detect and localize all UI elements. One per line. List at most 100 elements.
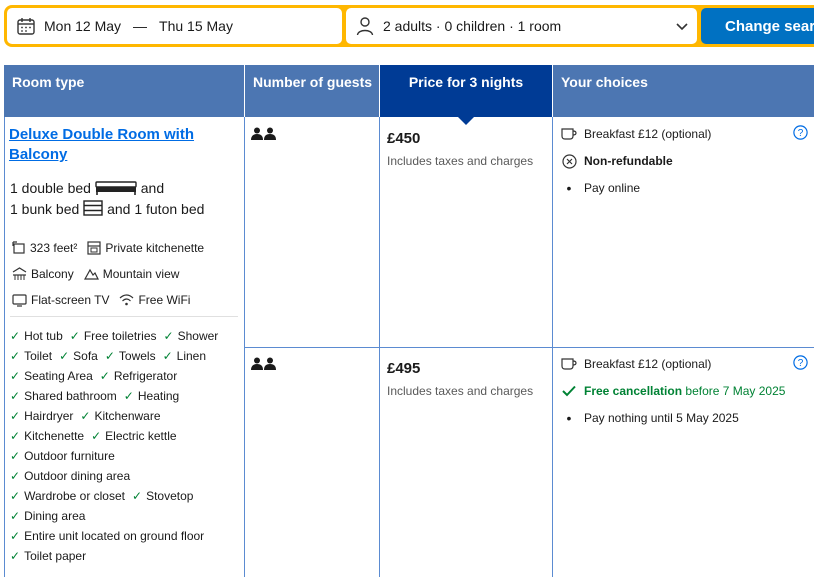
check-icon: ✓ xyxy=(10,469,21,483)
amenity-label: Sofa xyxy=(73,349,98,363)
amenity-label: Linen xyxy=(176,349,207,363)
check-icon xyxy=(560,383,578,399)
amenity-item: ✓ Free toiletries xyxy=(70,326,157,346)
amenities-row: ✓ Toilet ✓ Sofa ✓ Towels ✓ Linen xyxy=(10,346,242,366)
dates-field[interactable]: Mon 12 May — Thu 15 May xyxy=(7,8,342,44)
svg-text:?: ? xyxy=(798,128,804,139)
header-room-type-label: Room type xyxy=(12,74,85,90)
sort-indicator xyxy=(458,117,474,125)
amenity-label: Outdoor dining area xyxy=(24,469,131,483)
amenity-label: Shower xyxy=(177,329,219,343)
amenity-item: ✓ Toilet xyxy=(10,346,52,366)
amenity-label: Outdoor furniture xyxy=(24,449,115,463)
amenity-item: ✓ Kitchenette xyxy=(10,426,84,446)
amenities-row: ✓ Kitchenette ✓ Electric kettle xyxy=(10,426,242,446)
check-icon: ✓ xyxy=(163,329,174,343)
payment-label-1: Pay online xyxy=(584,181,641,195)
header-choices: Your choices xyxy=(553,65,814,117)
taxes-note-2: Includes taxes and charges xyxy=(387,384,534,398)
taxes-note-1: Includes taxes and charges xyxy=(387,154,534,168)
amenity-item: ✓ Stovetop xyxy=(132,486,193,506)
payment-label-2: Pay nothing until 5 May 2025 xyxy=(584,411,739,425)
row-divider xyxy=(244,347,814,348)
check-icon: ✓ xyxy=(10,389,21,403)
policy-option-1: Non-refundable xyxy=(560,153,673,169)
coffee-cup-icon xyxy=(560,356,578,372)
facility-kitchenette-label: Private kitchenette xyxy=(105,241,205,255)
header-guests: Number of guests xyxy=(245,65,379,117)
check-icon: ✓ xyxy=(10,549,21,563)
breakfast-label-2: Breakfast £12 (optional) xyxy=(584,357,712,371)
facility-balcony: Balcony xyxy=(12,267,74,281)
date-separator: — xyxy=(133,18,148,34)
amenity-label: Hot tub xyxy=(24,329,63,343)
amenities-row: ✓ Hot tub ✓ Free toiletries ✓ Shower xyxy=(10,326,242,346)
header-guests-label: Number of guests xyxy=(253,74,373,90)
help-icon[interactable]: ? xyxy=(793,125,808,140)
facility-wifi-label: Free WiFi xyxy=(138,293,191,307)
amenities-row: ✓ Entire unit located on ground floor xyxy=(10,526,242,546)
amenity-item: ✓ Outdoor furniture xyxy=(10,446,115,466)
bed-double-label: 1 double bed xyxy=(10,180,91,196)
amenity-label: Kitchenware xyxy=(94,409,161,423)
amenities-row: ✓ Hairdryer ✓ Kitchenware xyxy=(10,406,242,426)
check-icon: ✓ xyxy=(10,409,21,423)
check-icon: ✓ xyxy=(10,509,21,523)
amenities-row: ✓ Shared bathroom ✓ Heating xyxy=(10,386,242,406)
facility-area-label: 323 feet² xyxy=(30,241,78,255)
price-option-1: £450 xyxy=(387,130,421,147)
chevron-down-icon xyxy=(675,19,689,33)
bunk-bed-icon xyxy=(83,200,103,221)
calendar-icon xyxy=(16,16,36,36)
check-icon: ✓ xyxy=(10,429,21,443)
amenity-label: Seating Area xyxy=(24,369,93,383)
amenity-item: ✓ Wardrobe or closet xyxy=(10,486,125,506)
amenity-item: ✓ Heating xyxy=(124,386,179,406)
facility-wifi: Free WiFi xyxy=(119,293,190,307)
header-price[interactable]: Price for 3 nights xyxy=(380,65,552,117)
amenities-row: ✓ Wardrobe or closet ✓ Stovetop xyxy=(10,486,242,506)
facility-mountain-label: Mountain view xyxy=(102,267,180,281)
guests-summary: 2 adults · 0 children · 1 room xyxy=(383,18,562,34)
check-icon: ✓ xyxy=(10,489,21,503)
check-icon: ✓ xyxy=(59,349,70,363)
bullet-icon: • xyxy=(566,180,572,196)
check-icon: ✓ xyxy=(91,429,102,443)
double-bed-icon xyxy=(95,181,137,200)
amenity-item: ✓ Hot tub xyxy=(10,326,63,346)
amenity-item: ✓ Kitchenware xyxy=(80,406,160,426)
amenity-item: ✓ Dining area xyxy=(10,506,85,526)
check-icon: ✓ xyxy=(123,389,134,403)
amenity-item: ✓ Toilet paper xyxy=(10,546,86,566)
change-search-button[interactable]: Change search xyxy=(701,8,814,44)
help-icon[interactable]: ? xyxy=(793,355,808,370)
amenity-label: Toilet xyxy=(24,349,53,363)
bed-futon-label: and 1 futon bed xyxy=(107,201,205,217)
amenity-label: Stovetop xyxy=(146,489,194,503)
non-refundable-icon xyxy=(560,153,578,169)
wifi-icon xyxy=(120,294,134,306)
facility-balcony-label: Balcony xyxy=(31,267,74,281)
check-icon: ✓ xyxy=(10,449,21,463)
amenity-label: Kitchenette xyxy=(24,429,85,443)
amenities-row: ✓ Toilet paper xyxy=(10,546,242,566)
policy-suffix-2: before 7 May 2025 xyxy=(685,384,786,398)
room-title-line2: Balcony xyxy=(9,146,68,163)
header-price-label: Price for 3 nights xyxy=(408,74,524,90)
svg-text:?: ? xyxy=(798,358,804,369)
kitchenette-icon xyxy=(87,241,101,255)
area-icon xyxy=(12,241,25,254)
date-to: Thu 15 May xyxy=(159,18,233,34)
bed-and-label: and xyxy=(140,180,165,196)
check-icon: ✓ xyxy=(162,349,173,363)
amenity-label: Towels xyxy=(118,349,156,363)
amenity-label: Wardrobe or closet xyxy=(24,489,125,503)
room-facilities: 323 feet² Private kitchenette Balcony Mo… xyxy=(12,235,240,313)
amenity-item: ✓ Hairdryer xyxy=(10,406,73,426)
room-title-link[interactable]: Deluxe Double Room with Balcony xyxy=(9,125,239,165)
amenity-label: Toilet paper xyxy=(24,549,87,563)
guests-field[interactable]: 2 adults · 0 children · 1 room xyxy=(346,8,697,44)
amenity-item: ✓ Seating Area xyxy=(10,366,93,386)
bullet-icon: • xyxy=(566,410,572,426)
coffee-cup-icon xyxy=(560,126,578,142)
